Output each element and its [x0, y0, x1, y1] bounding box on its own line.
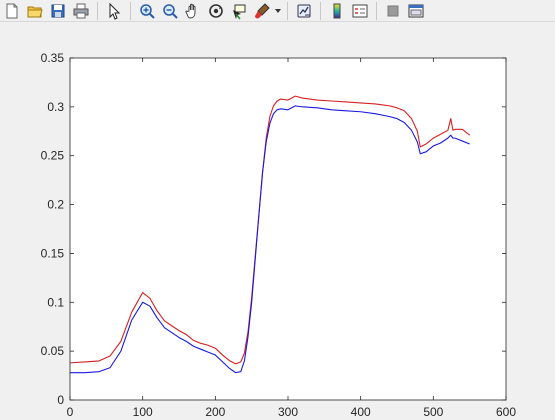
print-figure-button[interactable]: [70, 1, 92, 21]
open-file-button[interactable]: [24, 1, 46, 21]
save-figure-button[interactable]: [47, 1, 69, 21]
x-tick-label: 200: [205, 405, 225, 419]
hide-plot-tools-button[interactable]: [382, 1, 404, 21]
line-chart: 0 100 200 300 400 500 600 0 0.05 0.1 0.15 0.2 0.25 0.…: [41, 51, 517, 419]
show-plot-tools-button[interactable]: [405, 1, 427, 21]
zoom-in-button[interactable]: [136, 1, 158, 21]
toolbar-separator: [97, 1, 98, 20]
y-tick-label: 0.25: [41, 149, 65, 163]
y-tick-label: 0.2: [47, 198, 64, 212]
toolbar-separator: [320, 1, 321, 20]
x-tick-label: 300: [278, 405, 298, 419]
insert-legend-icon: [352, 4, 368, 17]
rotate-3d-icon: [209, 3, 223, 18]
y-tick-label: 0.05: [41, 344, 65, 358]
x-tick-label: 0: [67, 405, 74, 419]
hide-plot-tools-icon: [387, 5, 399, 16]
brush-dropdown-button[interactable]: [274, 1, 282, 21]
zoom-out-icon: [163, 3, 178, 19]
zoom-out-button[interactable]: [159, 1, 181, 21]
pan-hand-icon: [185, 3, 196, 18]
y-tick-label: 0.3: [47, 100, 64, 114]
caret-down-icon: [275, 8, 281, 13]
show-plot-tools-icon: [408, 4, 424, 17]
pan-hand-button[interactable]: [182, 1, 204, 21]
brush-button[interactable]: [251, 1, 273, 21]
y-tick-label: 0: [57, 393, 64, 407]
edit-plot-arrow-button[interactable]: [103, 1, 125, 21]
rotate-3d-button[interactable]: [205, 1, 227, 21]
y-tick-label: 0.15: [41, 246, 65, 260]
save-figure-icon: [51, 4, 65, 17]
x-tick-label: 100: [133, 405, 153, 419]
x-tick-label: 600: [496, 405, 516, 419]
y-tick-label: 0.1: [47, 295, 64, 309]
new-figure-button[interactable]: [1, 1, 23, 21]
toolbar-separator: [376, 1, 377, 20]
figure-toolbar: [0, 0, 555, 22]
insert-legend-button[interactable]: [349, 1, 371, 21]
toolbar-separator: [130, 1, 131, 20]
new-figure-icon: [6, 3, 18, 18]
insert-colorbar-button[interactable]: [326, 1, 348, 21]
x-tick-label: 400: [351, 405, 371, 419]
brush-icon: [255, 2, 270, 18]
edit-plot-arrow-icon: [109, 2, 121, 20]
data-cursor-button[interactable]: [228, 1, 250, 21]
open-file-icon: [27, 6, 43, 17]
data-cursor-icon: [233, 4, 246, 19]
print-figure-icon: [73, 3, 89, 18]
zoom-in-icon: [140, 3, 155, 19]
link-plot-icon: [297, 4, 311, 17]
toolbar-separator: [287, 1, 288, 20]
x-tick-label: 500: [423, 405, 443, 419]
insert-colorbar-icon: [333, 3, 341, 18]
link-plot-button[interactable]: [293, 1, 315, 21]
y-tick-label: 0.35: [41, 51, 65, 65]
figure-canvas: 0 100 200 300 400 500 600 0 0.05 0.1 0.15 0.2 0.25 0.…: [0, 23, 555, 420]
